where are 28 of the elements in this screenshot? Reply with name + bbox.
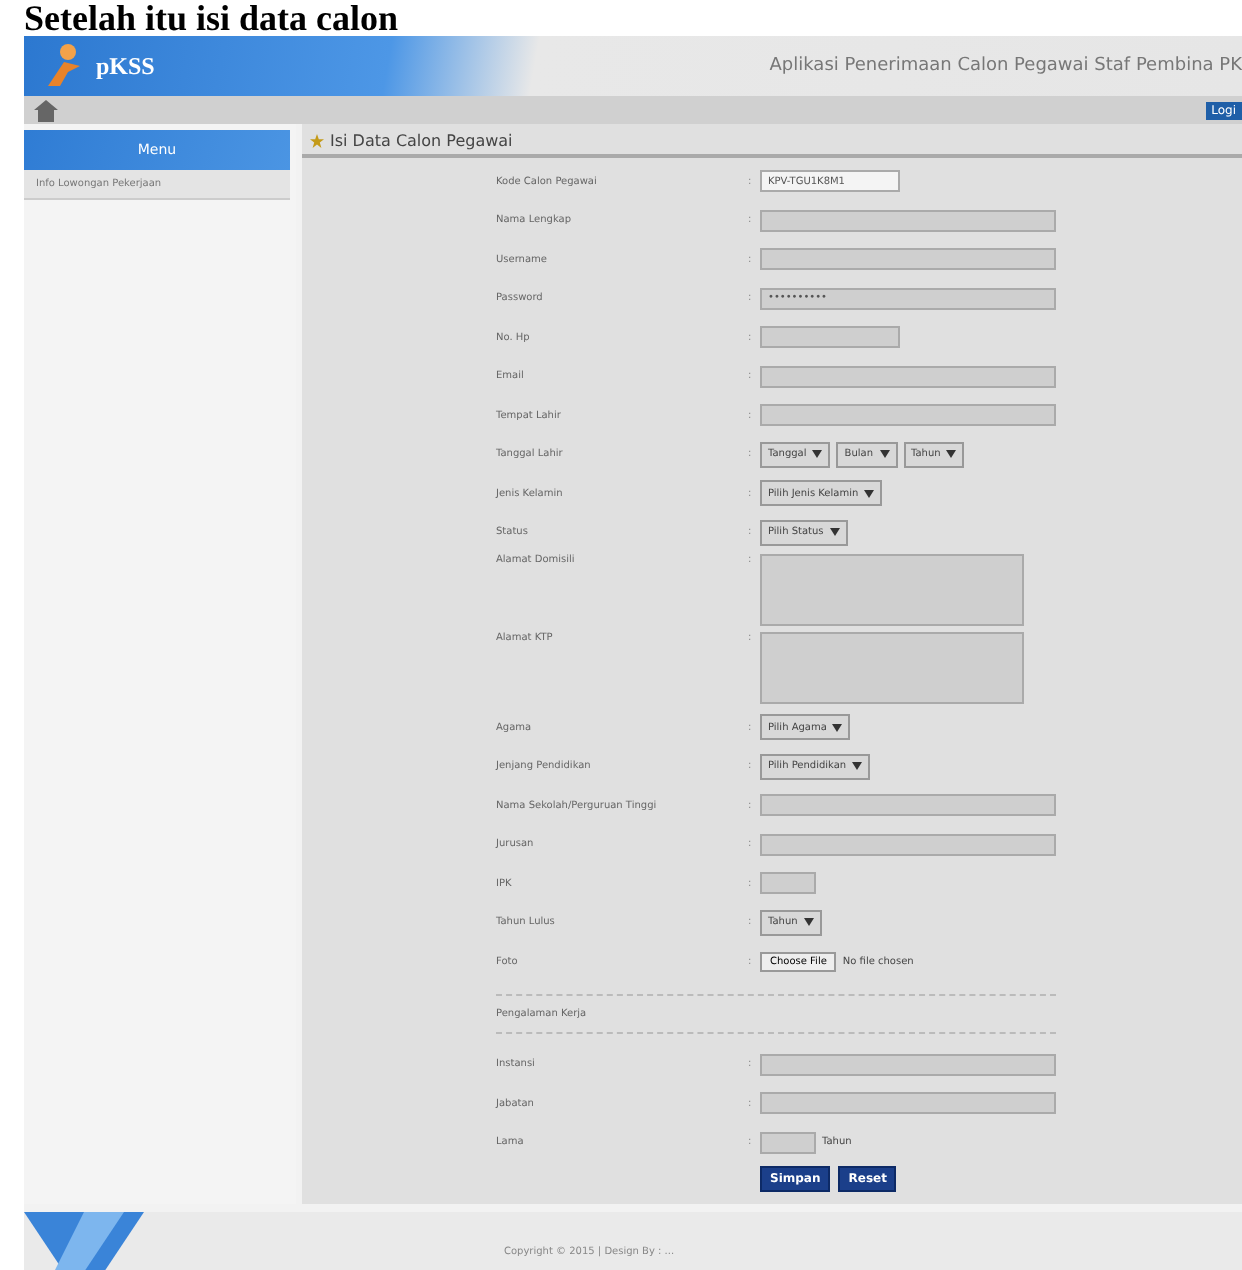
caret-icon bbox=[864, 489, 875, 498]
input-field[interactable] bbox=[760, 1092, 1056, 1115]
input-field[interactable] bbox=[760, 1053, 1056, 1076]
input-field[interactable] bbox=[760, 326, 900, 349]
input-field[interactable] bbox=[760, 365, 1056, 388]
app-title: Aplikasi Penerimaan Calon Pegawai Staf Pembina PK bbox=[769, 56, 1242, 76]
text-area[interactable] bbox=[760, 632, 1024, 704]
caret-icon bbox=[946, 450, 957, 459]
home-icon[interactable] bbox=[32, 97, 60, 123]
input-field[interactable] bbox=[760, 248, 1056, 271]
star-icon bbox=[310, 134, 324, 148]
panel-title: Isi Data Calon Pegawai bbox=[330, 132, 513, 150]
input-field[interactable] bbox=[760, 872, 816, 895]
caret-icon bbox=[852, 762, 863, 771]
caret-icon bbox=[812, 450, 823, 459]
caret-icon bbox=[832, 723, 843, 732]
caret-icon bbox=[829, 528, 840, 537]
stripe-decoration-icon bbox=[24, 1212, 144, 1270]
caret-icon bbox=[803, 918, 814, 927]
input-field[interactable] bbox=[760, 794, 1056, 817]
caption-heading: Setelah itu isi data calon bbox=[22, 0, 401, 36]
input-field[interactable] bbox=[760, 209, 1056, 232]
logo-text: pKSS bbox=[96, 51, 155, 81]
input-field[interactable] bbox=[760, 833, 1056, 856]
text-area[interactable] bbox=[760, 554, 1024, 626]
input-field[interactable] bbox=[760, 1131, 816, 1154]
caret-icon bbox=[879, 450, 889, 459]
input-field[interactable] bbox=[760, 404, 1056, 427]
